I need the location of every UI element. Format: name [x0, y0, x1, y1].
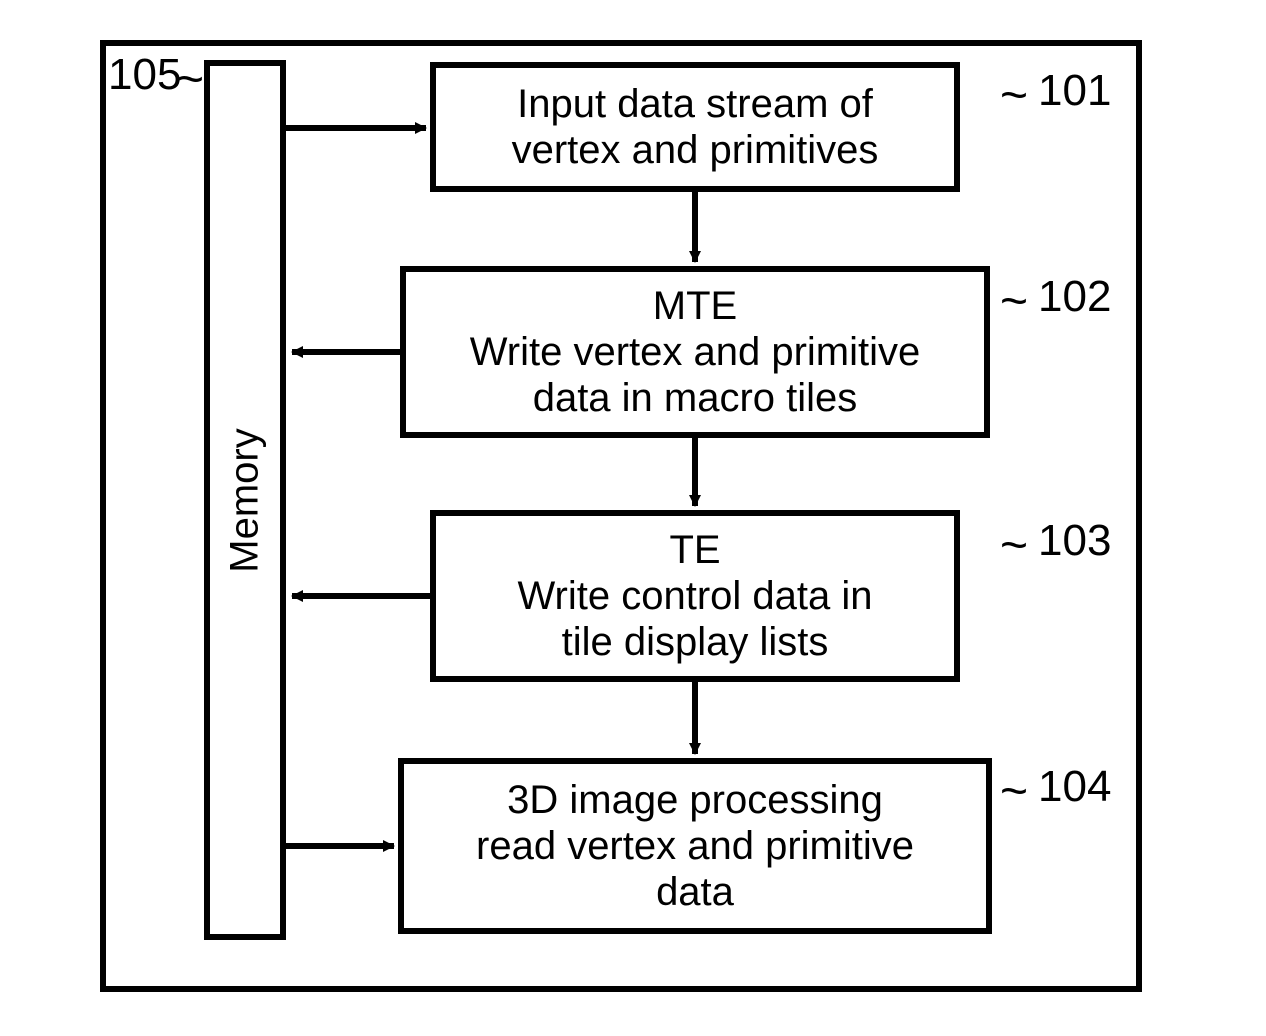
- tilde-connector: ~: [176, 56, 204, 104]
- box2-line1: MTE: [653, 283, 737, 329]
- tilde-connector: ~: [1000, 278, 1028, 326]
- box3-line3: tile display lists: [562, 619, 829, 665]
- ref-105: 105: [108, 50, 181, 100]
- box1-line1: Input data stream of: [517, 81, 873, 127]
- box3-line1: TE: [669, 527, 720, 573]
- tilde-connector: ~: [1000, 522, 1028, 570]
- box3-line2: Write control data in: [518, 573, 873, 619]
- box-input-stream: Input data stream of vertex and primitiv…: [430, 62, 960, 192]
- ref-102: 102: [1038, 272, 1111, 322]
- ref-101: 101: [1038, 66, 1111, 116]
- box-mte: MTE Write vertex and primitive data in m…: [400, 266, 990, 438]
- ref-104: 104: [1038, 762, 1111, 812]
- box1-line2: vertex and primitives: [512, 127, 879, 173]
- box4-line1: 3D image processing: [507, 777, 883, 823]
- box-te: TE Write control data in tile display li…: [430, 510, 960, 682]
- ref-103: 103: [1038, 516, 1111, 566]
- memory-block: Memory: [204, 60, 286, 940]
- tilde-connector: ~: [1000, 72, 1028, 120]
- memory-label: Memory: [223, 428, 268, 572]
- box-3d-processing: 3D image processing read vertex and prim…: [398, 758, 992, 934]
- box4-line2: read vertex and primitive: [476, 823, 914, 869]
- tilde-connector: ~: [1000, 768, 1028, 816]
- box4-line3: data: [656, 869, 734, 915]
- box2-line2: Write vertex and primitive: [470, 329, 921, 375]
- box2-line3: data in macro tiles: [533, 375, 858, 421]
